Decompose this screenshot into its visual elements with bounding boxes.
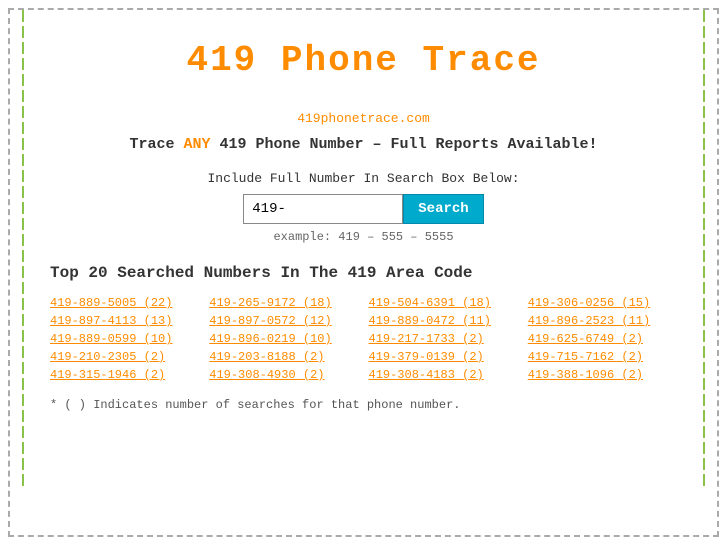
outer-border xyxy=(8,8,719,537)
